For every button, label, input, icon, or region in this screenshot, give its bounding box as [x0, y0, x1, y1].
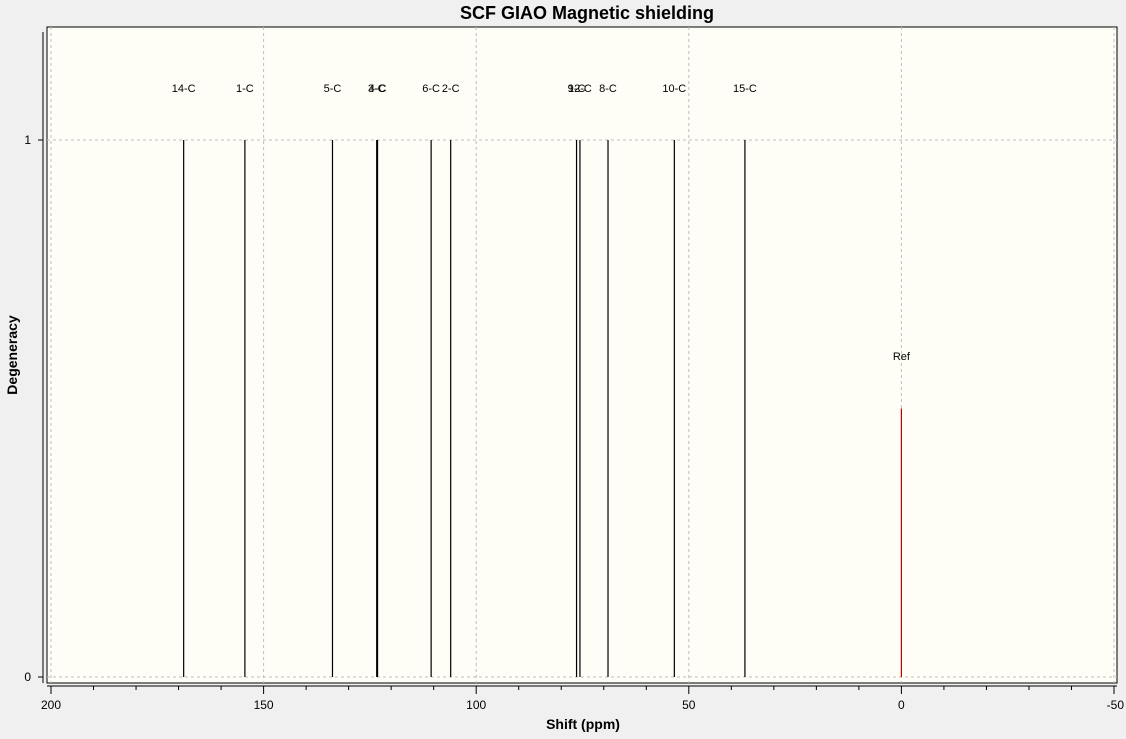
x-tick-label: 100: [466, 698, 486, 712]
peak-label: 4-C: [369, 83, 387, 95]
peak-label: 14-C: [172, 83, 196, 95]
peak-label: 6-C: [422, 83, 440, 95]
y-axis-label: Degeneracy: [4, 315, 20, 395]
chart-title: SCF GIAO Magnetic shielding: [460, 3, 714, 23]
peak-label: 1-C: [236, 83, 254, 95]
ref-peak-label: Ref: [893, 351, 911, 363]
chart-container: SCF GIAO Magnetic shielding 0 1 200 150 100 5…: [0, 0, 1126, 734]
x-axis-label: Shift (ppm): [546, 716, 620, 732]
nmr-spectrum-chart: SCF GIAO Magnetic shielding 0 1 200 150 100 5…: [0, 0, 1126, 734]
x-tick-label: 0: [898, 698, 905, 712]
peak-label: 2-C: [442, 83, 460, 95]
peak-label: 8-C: [599, 83, 617, 95]
plot-area: [46, 26, 1118, 684]
x-tick-label: 200: [41, 698, 61, 712]
x-tick-label: 50: [682, 698, 696, 712]
peak-label: 12-C: [568, 83, 592, 95]
peak-label: 15-C: [733, 83, 757, 95]
y-tick-label: 1: [24, 133, 31, 147]
x-tick-label: 150: [254, 698, 274, 712]
peak-label: 5-C: [324, 83, 342, 95]
peak-label: 10-C: [662, 83, 686, 95]
y-tick-label: 0: [24, 670, 31, 684]
x-tick-label: -50: [1107, 698, 1125, 712]
